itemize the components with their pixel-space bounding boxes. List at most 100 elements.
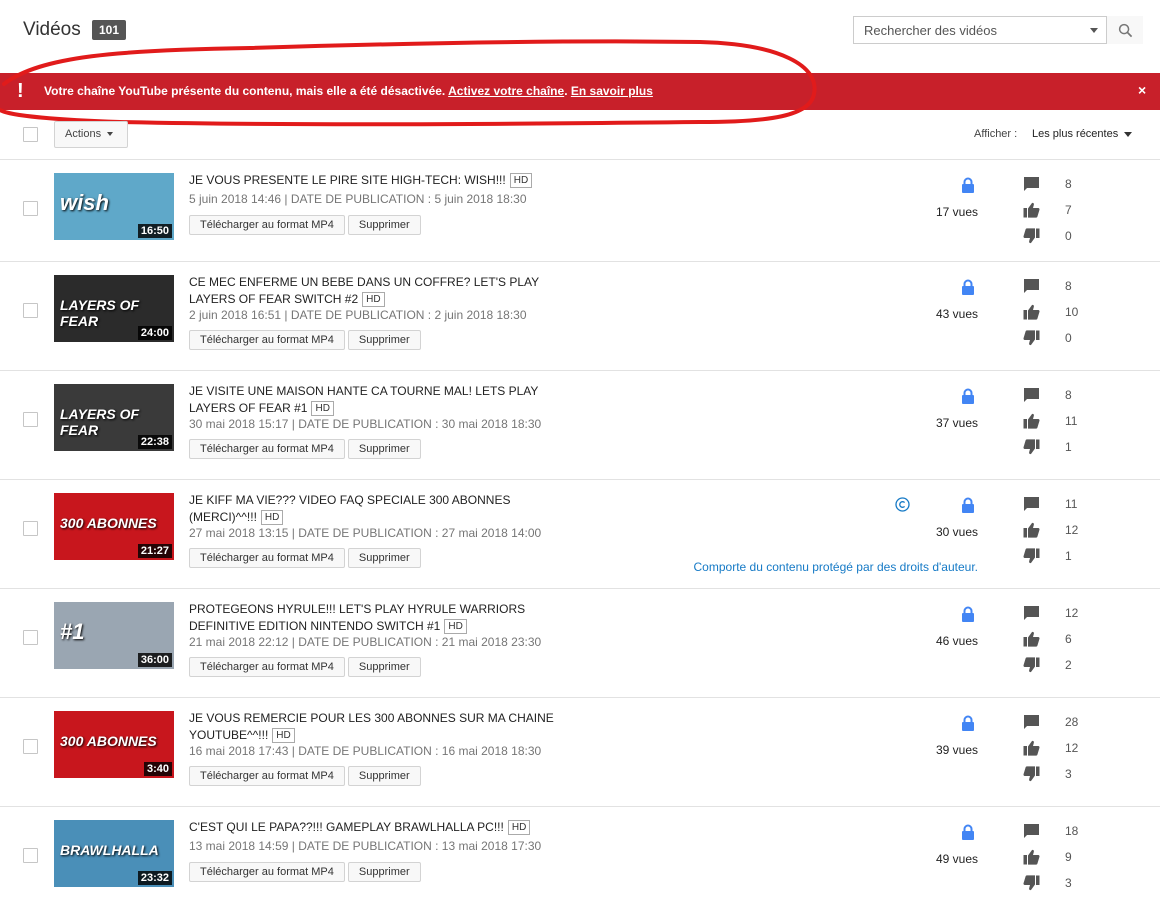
- video-select-checkbox[interactable]: [23, 303, 38, 318]
- delete-button[interactable]: Supprimer: [347, 657, 421, 677]
- download-mp4-button[interactable]: Télécharger au format MP4: [189, 766, 345, 786]
- video-select-checkbox[interactable]: [23, 521, 38, 536]
- private-visibility[interactable]: [961, 497, 975, 513]
- download-mp4-button[interactable]: Télécharger au format MP4: [189, 862, 345, 882]
- video-thumbnail[interactable]: LAYERS OF FEAR 22:38: [54, 384, 174, 451]
- select-all-checkbox[interactable]: [23, 127, 38, 142]
- video-title-text: JE VOUS REMERCIE POUR LES 300 ABONNES SU…: [189, 711, 554, 742]
- video-duration: 3:40: [143, 762, 172, 776]
- comment-icon: [1024, 606, 1039, 620]
- delete-button[interactable]: Supprimer: [347, 862, 421, 882]
- search-input[interactable]: [854, 17, 1107, 43]
- video-actions: Télécharger au format MP4 Supprimer: [189, 330, 421, 350]
- dislike-count: 0: [1065, 229, 1072, 243]
- thumbs-down-icon: [1023, 548, 1040, 564]
- view-count: 37 vues: [935, 416, 978, 430]
- thumbs-up-icon: [1023, 522, 1040, 538]
- private-visibility[interactable]: [961, 388, 975, 404]
- chevron-down-icon: [1124, 131, 1133, 137]
- delete-button[interactable]: Supprimer: [347, 439, 421, 459]
- video-title[interactable]: JE VISITE UNE MAISON HANTE CA TOURNE MAL…: [189, 383, 569, 417]
- video-actions: Télécharger au format MP4 Supprimer: [189, 657, 421, 677]
- lock-icon: [962, 177, 974, 193]
- video-select-checkbox[interactable]: [23, 630, 38, 645]
- video-thumbnail[interactable]: BRAWLHALLA 23:32: [54, 820, 174, 887]
- search-icon: [1118, 23, 1132, 37]
- hd-badge: HD: [507, 820, 531, 835]
- video-dates: 21 mai 2018 22:12 | DATE DE PUBLICATION …: [189, 635, 542, 649]
- view-count: 39 vues: [935, 743, 978, 757]
- private-visibility[interactable]: [961, 715, 975, 731]
- page-header: Vidéos 101: [0, 0, 1160, 62]
- private-visibility[interactable]: [961, 279, 975, 295]
- thumbnail-text: 300 ABONNES: [60, 733, 157, 749]
- sort-dropdown[interactable]: Les plus récentes: [1032, 128, 1133, 140]
- actions-button[interactable]: Actions: [54, 121, 129, 148]
- video-list: wish 16:50 JE VOUS PRESENTE LE PIRE SITE…: [0, 160, 1160, 912]
- comment-icon: [1024, 497, 1039, 511]
- chevron-down-icon: [107, 132, 114, 137]
- download-mp4-button[interactable]: Télécharger au format MP4: [189, 439, 345, 459]
- video-actions: Télécharger au format MP4 Supprimer: [189, 766, 421, 786]
- thumbs-up-icon: [1023, 740, 1040, 756]
- video-title[interactable]: C'EST QUI LE PAPA??!!! GAMEPLAY BRAWLHAL…: [189, 819, 569, 836]
- comment-icon: [1024, 388, 1039, 402]
- download-mp4-button[interactable]: Télécharger au format MP4: [189, 657, 345, 677]
- download-mp4-button[interactable]: Télécharger au format MP4: [189, 330, 345, 350]
- video-thumbnail[interactable]: wish 16:50: [54, 173, 174, 240]
- video-title[interactable]: JE VOUS PRESENTE LE PIRE SITE HIGH-TECH:…: [189, 172, 569, 189]
- like-count: 12: [1065, 741, 1079, 755]
- video-select-checkbox[interactable]: [23, 201, 38, 216]
- delete-button[interactable]: Supprimer: [347, 330, 421, 350]
- video-thumbnail[interactable]: #1 36:00: [54, 602, 174, 669]
- delete-button[interactable]: Supprimer: [347, 215, 421, 235]
- like-count: 9: [1065, 850, 1072, 864]
- video-title[interactable]: PROTEGEONS HYRULE!!! LET'S PLAY HYRULE W…: [189, 601, 569, 635]
- hd-badge: HD: [362, 292, 385, 307]
- download-mp4-button[interactable]: Télécharger au format MP4: [189, 548, 345, 568]
- video-select-checkbox[interactable]: [23, 412, 38, 427]
- video-thumbnail[interactable]: 300 ABONNES 3:40: [54, 711, 174, 778]
- learn-more-link[interactable]: En savoir plus: [571, 84, 653, 98]
- video-actions: Télécharger au format MP4 Supprimer: [189, 439, 421, 459]
- video-thumbnail[interactable]: 300 ABONNES 21:27: [54, 493, 174, 560]
- video-actions: Télécharger au format MP4 Supprimer: [189, 215, 421, 235]
- search-button[interactable]: [1106, 16, 1143, 44]
- video-thumbnail[interactable]: LAYERS OF FEAR 24:00: [54, 275, 174, 342]
- video-title[interactable]: JE KIFF MA VIE??? VIDEO FAQ SPECIALE 300…: [189, 492, 569, 526]
- list-toolbar: Actions Afficher : Les plus récentes: [0, 110, 1160, 160]
- download-mp4-button[interactable]: Télécharger au format MP4: [189, 215, 345, 235]
- activate-channel-link[interactable]: Activez votre chaîne: [448, 84, 564, 98]
- video-duration: 22:38: [137, 435, 172, 449]
- thumbs-down-icon: [1023, 228, 1040, 244]
- copyright-notice[interactable]: Comporte du contenu protégé par des droi…: [600, 560, 978, 574]
- comment-icon: [1024, 177, 1039, 191]
- thumbs-up-icon: [1023, 849, 1040, 865]
- video-title-text: JE KIFF MA VIE??? VIDEO FAQ SPECIALE 300…: [189, 493, 511, 524]
- delete-button[interactable]: Supprimer: [347, 766, 421, 786]
- delete-button[interactable]: Supprimer: [347, 548, 421, 568]
- video-select-checkbox[interactable]: [23, 848, 38, 863]
- view-count: 43 vues: [935, 307, 978, 321]
- video-title[interactable]: CE MEC ENFERME UN BEBE DANS UN COFFRE? L…: [189, 274, 569, 308]
- comment-count: 12: [1065, 606, 1079, 620]
- comment-icon: [1024, 715, 1039, 729]
- video-duration: 23:32: [137, 871, 172, 885]
- search-dropdown-icon[interactable]: [1090, 28, 1098, 33]
- copyright-badge[interactable]: [895, 497, 910, 517]
- private-visibility[interactable]: [961, 824, 975, 840]
- dislike-count: 3: [1065, 767, 1072, 781]
- comment-count: 8: [1065, 279, 1072, 293]
- video-title[interactable]: JE VOUS REMERCIE POUR LES 300 ABONNES SU…: [189, 710, 569, 744]
- channel-disabled-alert: ! Votre chaîne YouTube présente du conte…: [0, 73, 1160, 110]
- sort-label: Afficher :: [974, 128, 1018, 140]
- lock-icon: [962, 824, 974, 840]
- comment-count: 8: [1065, 388, 1072, 402]
- private-visibility[interactable]: [961, 177, 975, 193]
- video-select-checkbox[interactable]: [23, 739, 38, 754]
- video-actions: Télécharger au format MP4 Supprimer: [189, 862, 421, 882]
- dislike-count: 2: [1065, 658, 1072, 672]
- close-icon[interactable]: ×: [1138, 82, 1146, 98]
- view-count: 46 vues: [935, 634, 978, 648]
- private-visibility[interactable]: [961, 606, 975, 622]
